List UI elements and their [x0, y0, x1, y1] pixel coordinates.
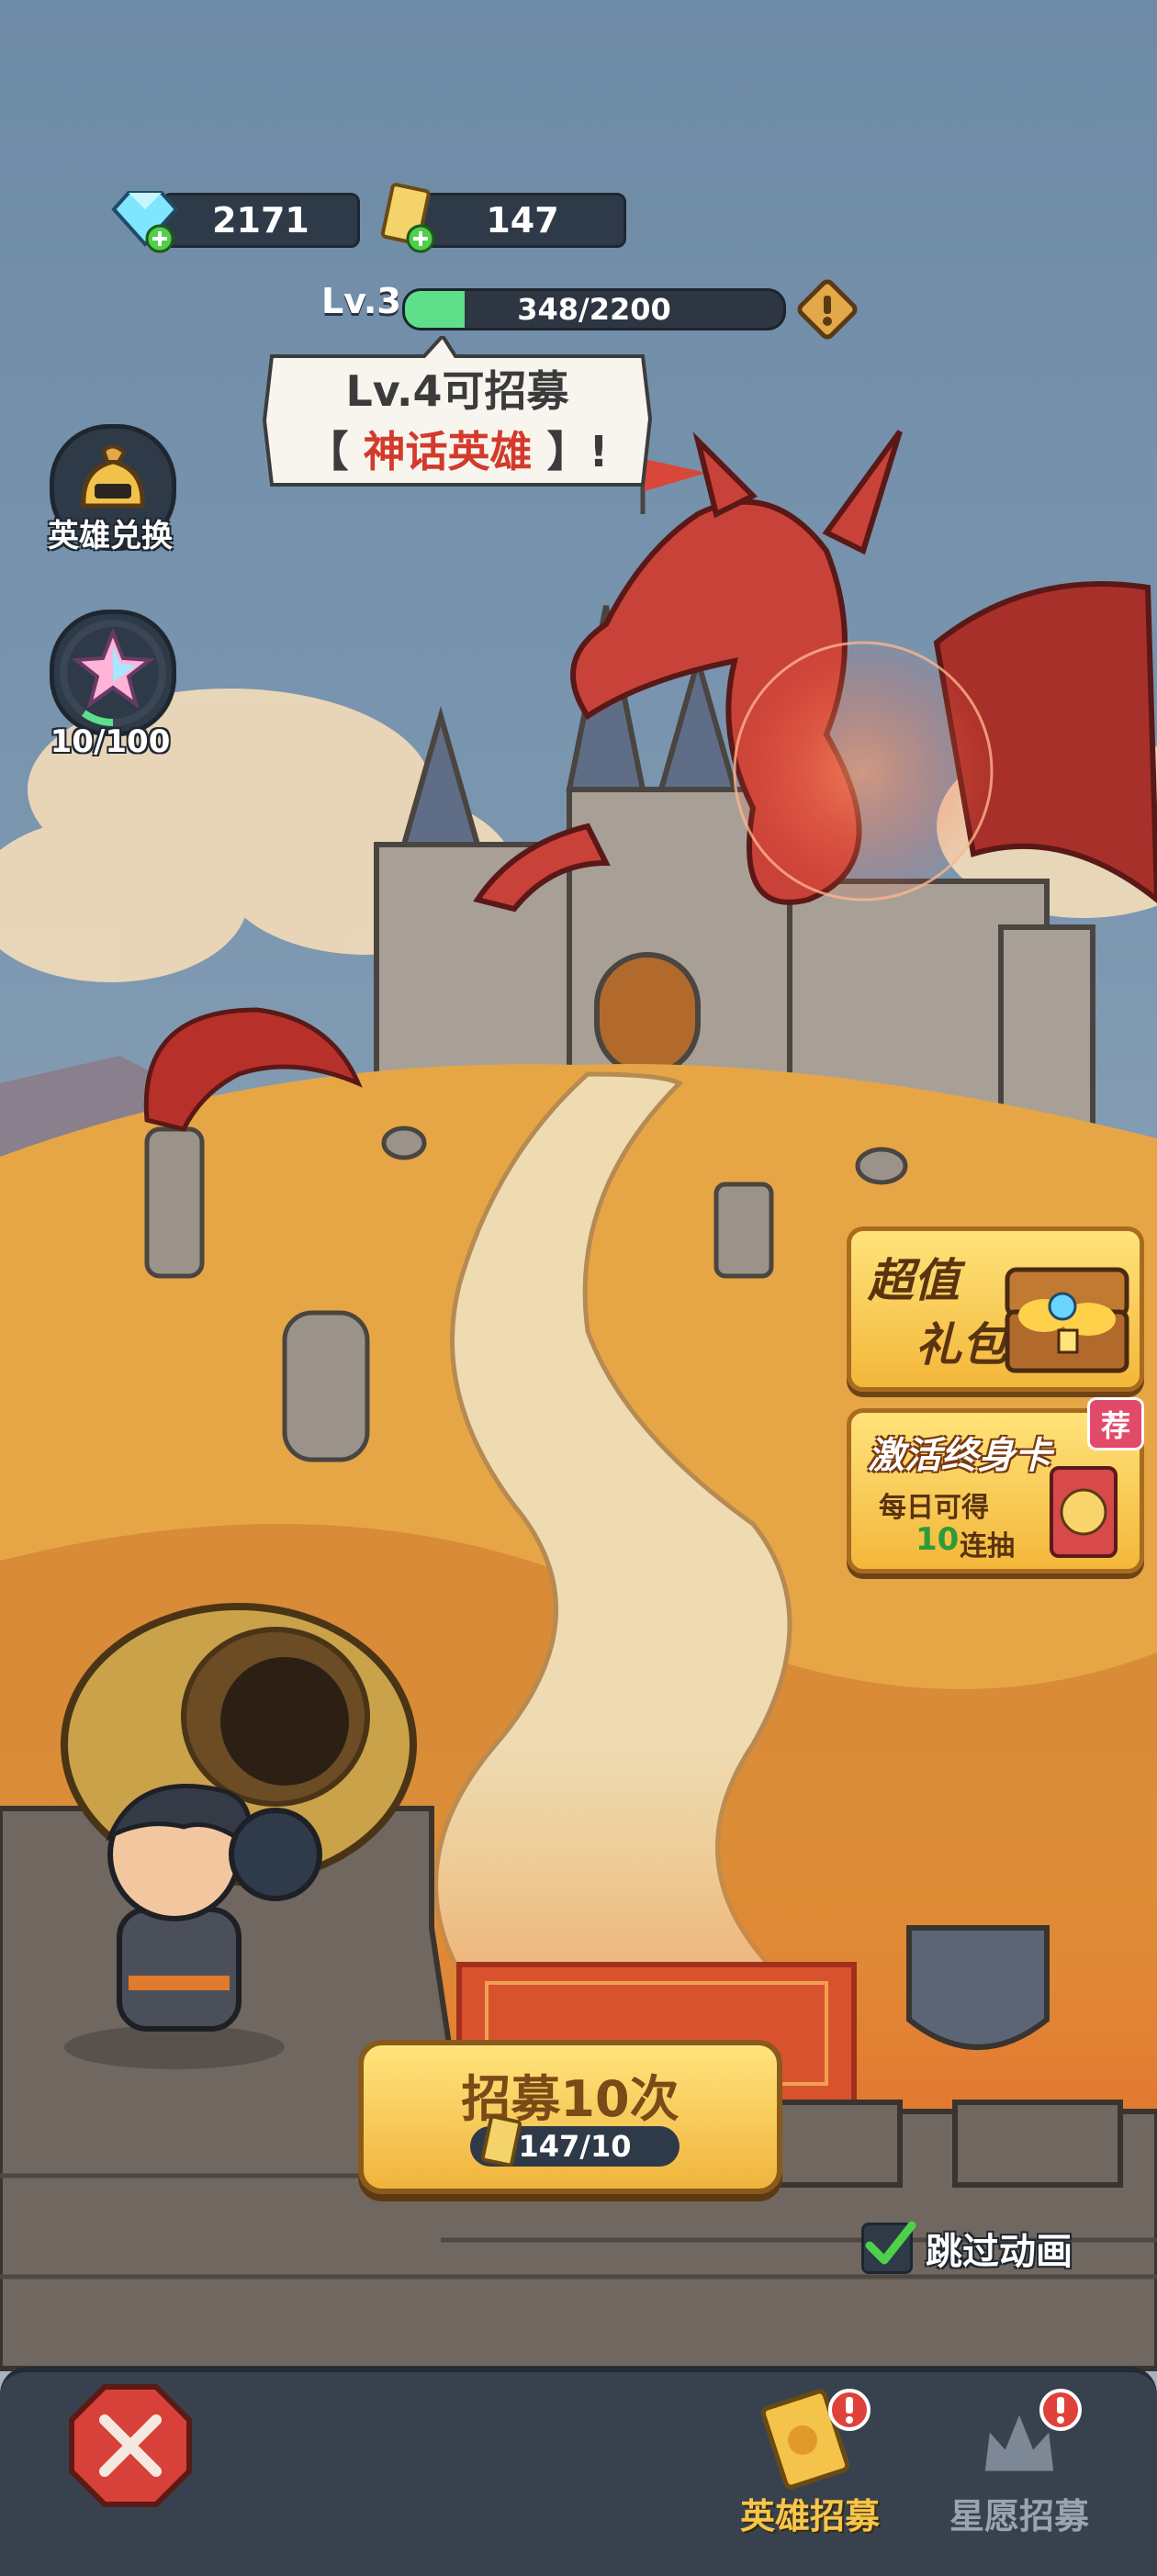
close-battle-button[interactable] — [68, 2383, 193, 2508]
checkmark-icon — [865, 2221, 916, 2265]
lifetime-card-num: 10 — [915, 1521, 960, 1558]
gem-plus-icon[interactable] — [107, 184, 184, 257]
recommend-badge-text: 荐 — [1100, 1408, 1130, 1443]
bubble-line-level: Lv.4可招募 — [345, 366, 569, 416]
xp-progress-text: 348/2200 — [517, 292, 671, 327]
tickets-counter[interactable]: 147 — [419, 193, 626, 248]
lifetime-card-title: 激活终身卡 — [868, 1435, 1051, 1477]
tab-star-recruit[interactable]: 星愿招募 — [900, 2387, 1139, 2537]
star-crystal-icon — [71, 627, 155, 709]
value-pack-line2: 礼包 — [915, 1318, 1007, 1372]
bubble-bracket-open: 【 — [306, 427, 364, 476]
value-pack-line1: 超值 — [868, 1254, 960, 1307]
tab-star-recruit-label: 星愿招募 — [949, 2496, 1089, 2537]
recruit-ticket-icon — [480, 2114, 522, 2167]
recruit-ten-button[interactable]: 招募10次 147/10 — [358, 2040, 782, 2194]
tab-hero-recruit[interactable]: 英雄招募 — [691, 2387, 929, 2537]
star-progress-button[interactable] — [50, 610, 176, 736]
recruit-hint-bubble: Lv.4可招募 【 神话英雄 】! — [259, 336, 656, 494]
crossed-swords-icon — [69, 2384, 192, 2507]
ticket-plus-icon[interactable] — [375, 180, 443, 257]
bubble-hero-type: 神话英雄 — [363, 427, 533, 476]
alert-icon — [1039, 2389, 1082, 2431]
skip-animation-checkbox[interactable] — [861, 2221, 916, 2274]
gems-value: 2171 — [212, 200, 309, 241]
skip-animation-toggle[interactable]: 跳过动画 — [861, 2221, 1073, 2275]
level-info-icon[interactable] — [795, 277, 859, 342]
xp-progress-bar: 348/2200 — [402, 288, 786, 330]
lifetime-card-sub2: 连抽 — [960, 1530, 1015, 1562]
recommend-badge: 荐 — [1087, 1397, 1144, 1450]
lifetime-card-sub1: 每日可得 — [879, 1492, 989, 1524]
bubble-bracket-close: 】! — [532, 427, 609, 476]
level-label: Lv.3 — [321, 281, 401, 321]
treasure-chest-icon — [1005, 1267, 1129, 1373]
alert-icon — [828, 2389, 871, 2431]
value-pack-button[interactable]: 超值 礼包 — [847, 1226, 1144, 1392]
skip-animation-label: 跳过动画 — [926, 2231, 1073, 2273]
hero-exchange-label: 英雄兑换 — [48, 518, 173, 554]
tab-hero-recruit-label: 英雄招募 — [739, 2496, 880, 2537]
star-progress-text: 10/100 — [50, 723, 171, 760]
recruit-ten-label: 招募10次 — [461, 2070, 680, 2128]
bubble-line-hero: 【 神话英雄 】! — [259, 419, 656, 479]
gems-counter[interactable]: 2171 — [162, 193, 360, 248]
recruit-cost-text: 147/10 — [518, 2129, 632, 2164]
tickets-value: 147 — [486, 200, 559, 241]
card-ticket-icon — [1050, 1466, 1118, 1558]
